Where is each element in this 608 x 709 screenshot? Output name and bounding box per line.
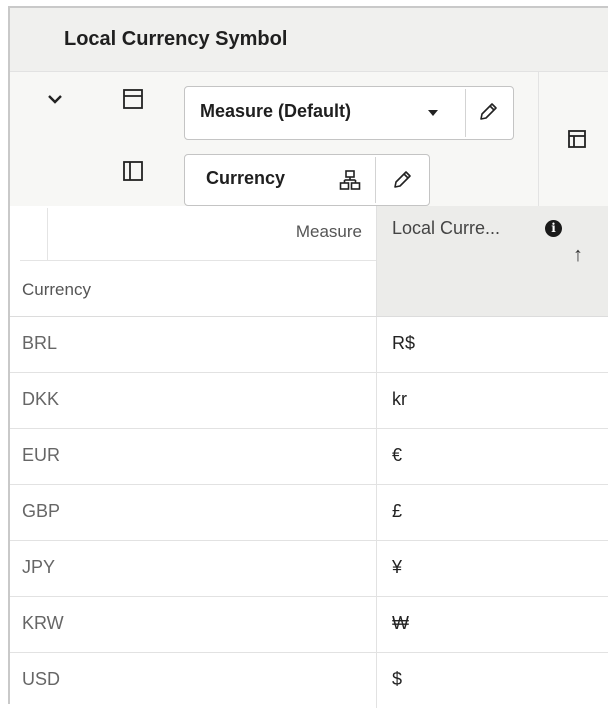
symbol-cell[interactable]: R$	[376, 317, 608, 372]
grid-corner: Measure Currency	[10, 206, 376, 316]
edit-pencil-icon[interactable]	[391, 169, 413, 191]
table-row: JPY ¥	[10, 541, 608, 597]
hierarchy-icon[interactable]	[339, 169, 361, 191]
edit-pencil-icon[interactable]	[477, 101, 499, 123]
symbol-cell[interactable]: ₩	[376, 597, 608, 652]
column-header-local-currency[interactable]: Local Curre... i ↑	[376, 206, 608, 316]
panel-layout-icon	[568, 130, 586, 148]
table-row: USD $	[10, 653, 608, 709]
columns-edge-icon-button	[118, 156, 148, 186]
table-row: GBP £	[10, 485, 608, 541]
table-row: EUR €	[10, 429, 608, 485]
symbol-cell[interactable]: £	[376, 485, 608, 540]
symbol-value: €	[392, 445, 403, 465]
layout-toggle-button[interactable]	[562, 124, 592, 154]
grid-header: Measure Currency Local Curre... i ↑	[10, 206, 608, 317]
rows-edge-pill[interactable]: Measure (Default)	[184, 86, 514, 140]
collapse-toolbar-button[interactable]	[40, 84, 70, 114]
table-row: KRW ₩	[10, 597, 608, 653]
pivot-panel: Local Currency Symbol Measure (Default)	[8, 6, 608, 708]
rows-edge-icon-button	[118, 84, 148, 114]
sort-ascending-icon[interactable]: ↑	[573, 244, 583, 267]
row-label-currency[interactable]: USD	[22, 669, 60, 690]
symbol-cell[interactable]: ¥	[376, 541, 608, 596]
column-header-label: Local Curre...	[392, 218, 501, 238]
row-label-currency[interactable]: BRL	[22, 333, 57, 354]
symbol-value: £	[392, 501, 403, 521]
row-label-currency[interactable]: JPY	[22, 557, 55, 578]
pivot-toolbar: Measure (Default) Currency	[10, 72, 608, 207]
row-label-currency[interactable]: EUR	[22, 445, 60, 466]
rows-edge-label: Measure (Default)	[200, 101, 352, 121]
table-row: BRL R$	[10, 317, 608, 373]
symbol-value: R$	[392, 333, 416, 353]
chevron-down-icon	[48, 95, 62, 104]
measure-header: Measure	[295, 222, 362, 241]
row-label-currency[interactable]: DKK	[22, 389, 59, 410]
symbol-value: ¥	[392, 557, 403, 577]
symbol-value: $	[392, 669, 403, 689]
columns-edge-pill[interactable]: Currency	[184, 154, 430, 206]
info-icon[interactable]: i	[545, 220, 562, 237]
columns-layout-icon	[123, 161, 143, 181]
row-dimension-header: Currency	[22, 280, 91, 299]
symbol-cell[interactable]: kr	[376, 373, 608, 428]
symbol-cell[interactable]: $	[376, 653, 608, 708]
toolbar-divider	[538, 72, 539, 206]
symbol-value: ₩	[392, 613, 409, 633]
columns-edge-label: Currency	[206, 168, 286, 188]
symbol-value: kr	[392, 389, 407, 409]
table-row: DKK kr	[10, 373, 608, 429]
row-label-currency[interactable]: KRW	[22, 613, 64, 634]
panel-title: Local Currency Symbol	[64, 28, 288, 50]
panel-header: Local Currency Symbol	[10, 8, 608, 72]
rows-layout-icon	[123, 89, 143, 109]
caret-down-icon[interactable]	[427, 109, 439, 117]
row-label-currency[interactable]: GBP	[22, 501, 60, 522]
symbol-cell[interactable]: €	[376, 429, 608, 484]
